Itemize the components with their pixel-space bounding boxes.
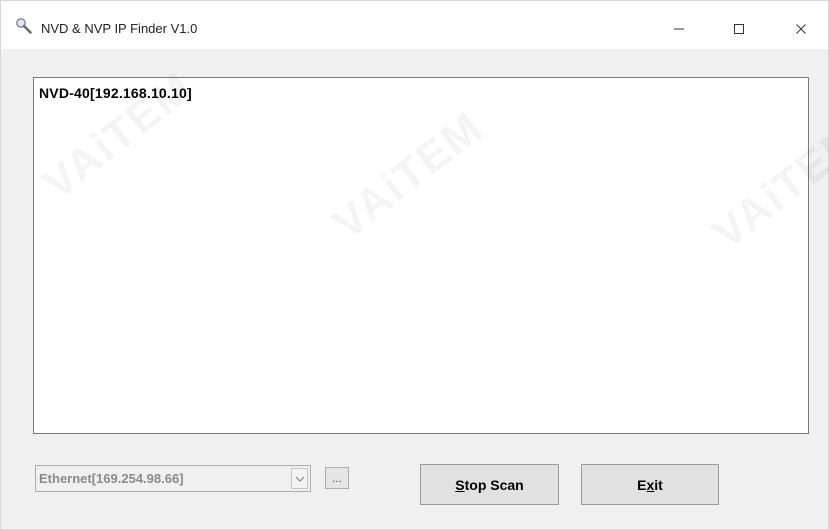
maximize-button[interactable] — [717, 11, 761, 47]
window-title: NVD & NVP IP Finder V1.0 — [41, 21, 198, 36]
minimize-icon — [674, 28, 684, 30]
maximize-icon — [734, 24, 744, 34]
magnifier-icon — [15, 17, 33, 35]
stop-scan-mnemonic: S — [455, 476, 465, 493]
stop-scan-label: top Scan — [464, 476, 524, 493]
exit-label-rest: it — [654, 476, 663, 493]
title-bar[interactable]: NVD & NVP IP Finder V1.0 — [1, 1, 828, 49]
network-adapter-value: Ethernet[169.254.98.66] — [39, 471, 184, 486]
network-adapter-select[interactable]: Ethernet[169.254.98.66] — [35, 465, 311, 492]
device-listbox[interactable]: NVD-40[192.168.10.10] — [33, 77, 809, 434]
minimize-button[interactable] — [657, 11, 701, 47]
exit-label-prefix: E — [637, 476, 647, 493]
list-item[interactable]: NVD-40[192.168.10.10] — [39, 85, 192, 101]
browse-button[interactable]: ... — [325, 467, 349, 489]
chevron-down-icon[interactable] — [291, 468, 308, 489]
close-icon — [796, 24, 806, 34]
app-window: NVD & NVP IP Finder V1.0 NVD-40[192.168.… — [0, 0, 829, 530]
exit-button[interactable]: Ex it — [581, 464, 719, 505]
stop-scan-button[interactable]: Stop Scan — [420, 464, 559, 505]
exit-mnemonic: x — [646, 476, 655, 493]
close-button[interactable] — [779, 11, 823, 47]
